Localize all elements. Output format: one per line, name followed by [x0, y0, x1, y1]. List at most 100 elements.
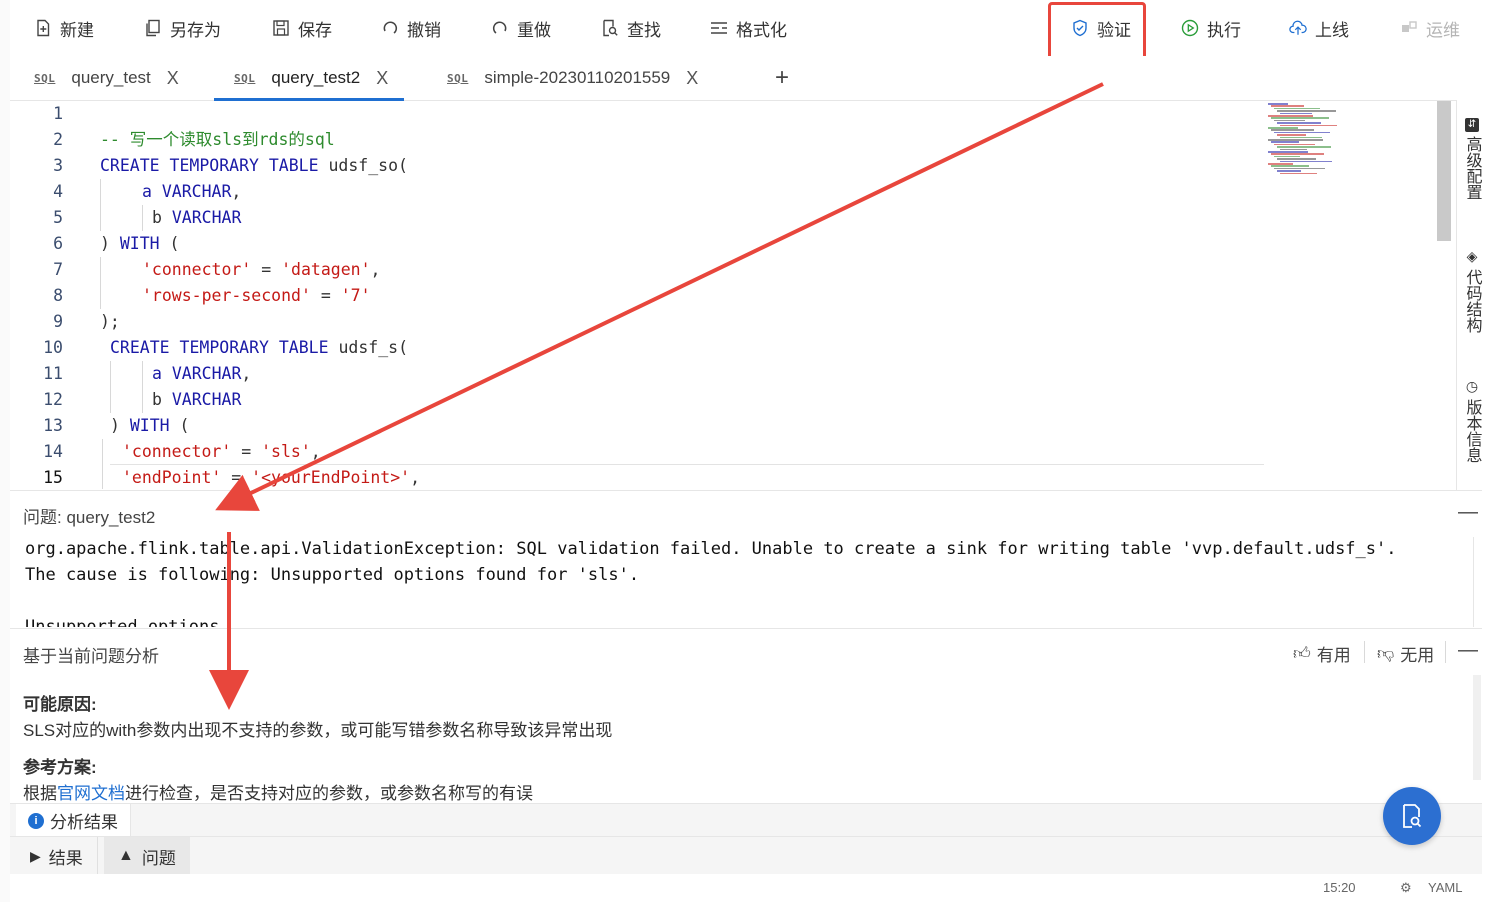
- minimap-line: [1274, 143, 1315, 146]
- line-number: 12: [43, 390, 63, 409]
- version-info-button[interactable]: ◷ 版本信息: [1459, 378, 1485, 463]
- problem-title: 问题: query_test2: [23, 508, 156, 527]
- close-icon[interactable]: X: [376, 68, 388, 89]
- advanced-config-button[interactable]: ⇵ 高级配置: [1459, 118, 1485, 200]
- history-icon: ◷: [1465, 378, 1479, 394]
- settings-icon[interactable]: ⚙: [1400, 880, 1412, 896]
- indent-guide: [100, 257, 101, 309]
- settings-icon: ⇵: [1465, 118, 1479, 132]
- code-structure-button[interactable]: ◈ 代码结构: [1459, 248, 1485, 333]
- collapse-problem-button[interactable]: —: [1458, 501, 1478, 524]
- minimap-line: [1274, 167, 1325, 170]
- line-number: 6: [53, 234, 63, 253]
- save-icon: [273, 20, 289, 36]
- problems-label: 问题: [141, 848, 176, 868]
- line-number: 8: [53, 286, 63, 305]
- analysis-content: 可能原因: SLS对应的with参数内出现不支持的参数，或可能写错参数名称导致该…: [10, 675, 1482, 803]
- save-button[interactable]: 保存: [272, 0, 332, 56]
- find-icon: [603, 19, 618, 37]
- doc-search-icon: [1403, 804, 1422, 828]
- add-tab-button[interactable]: +: [775, 64, 789, 92]
- cursor-position: 15:20: [1323, 880, 1356, 895]
- code-punct: ,: [310, 442, 321, 461]
- code-string: '7': [340, 286, 371, 305]
- minimap-line: [1271, 117, 1329, 119]
- language-mode[interactable]: YAML: [1428, 880, 1462, 895]
- tab-query-test2[interactable]: SQL query_test2 X: [213, 56, 405, 101]
- line-number: 10: [43, 338, 63, 357]
- tab-query-test[interactable]: SQL query_test X: [34, 56, 179, 100]
- minimap-line: [1271, 165, 1309, 167]
- minimap-line: [1271, 153, 1324, 155]
- find-button[interactable]: 查找: [601, 0, 661, 56]
- minimap-line: [1268, 115, 1313, 117]
- code-string: 'datagen': [281, 260, 371, 279]
- minimap-line: [1274, 131, 1330, 134]
- undo-button[interactable]: 撤销: [381, 0, 441, 56]
- problem-scrollbar[interactable]: [1473, 537, 1482, 627]
- code-keyword: CREATE TEMPORARY TABLE: [110, 338, 329, 357]
- code-punct: ): [110, 416, 120, 435]
- analysis-scrollbar[interactable]: [1473, 675, 1481, 780]
- useless-button[interactable]: 👎︎ 无用: [1377, 641, 1434, 666]
- redo-button[interactable]: 重做: [491, 0, 551, 56]
- collapse-analysis-button[interactable]: —: [1458, 639, 1478, 662]
- code-identifier: a: [142, 182, 152, 201]
- line-number: 15: [43, 468, 63, 487]
- useful-label: 有用: [1316, 646, 1351, 665]
- code-identifier: b: [152, 390, 162, 409]
- save-label: 保存: [298, 20, 332, 40]
- close-icon[interactable]: X: [167, 68, 179, 89]
- code-structure-label: 代码结构: [1463, 269, 1481, 333]
- cause-text: SLS对应的with参数内出现不支持的参数，或可能写错参数名称导致该异常出现: [23, 721, 613, 740]
- deploy-button[interactable]: 上线: [1289, 0, 1349, 56]
- indent-guide: [142, 205, 143, 231]
- minimap-line: [1277, 110, 1336, 112]
- tab-problems[interactable]: ▲ 问题: [104, 837, 190, 875]
- solution-prefix: 根据: [23, 784, 57, 803]
- code-keyword: VARCHAR: [161, 182, 232, 201]
- save-as-button[interactable]: 另存为: [144, 0, 221, 56]
- bottom-tabs: ▶ 结果 ▲ 问题: [10, 836, 1482, 875]
- code-punct: =: [251, 260, 282, 279]
- analysis-title: 基于当前问题分析: [23, 647, 159, 666]
- code-punct: =: [231, 442, 262, 461]
- tab-simple[interactable]: SQL simple-20230110201559 X: [447, 56, 698, 100]
- cause-heading: 可能原因:: [23, 695, 97, 714]
- advanced-config-label: 高级配置: [1463, 136, 1481, 200]
- horizontal-scrollbar[interactable]: [110, 464, 1264, 465]
- run-label: 执行: [1207, 20, 1241, 40]
- code-comment: -- 写一个读取sls到rds的sql: [100, 130, 335, 149]
- play-icon: ▶: [30, 847, 41, 864]
- code-editor[interactable]: 1 2 -- 写一个读取sls到rds的sql 3 CREATE TEMPORARY…: [10, 101, 1454, 489]
- version-info-label: 版本信息: [1463, 399, 1481, 463]
- ops-button[interactable]: 运维: [1400, 0, 1460, 56]
- docs-link[interactable]: 官网文档: [57, 784, 125, 803]
- indent-guide: [110, 361, 111, 413]
- tab-analysis-result[interactable]: i 分析结果: [16, 804, 131, 837]
- line-number: 5: [53, 208, 63, 227]
- error-line: org.apache.flink.table.api.ValidationExc…: [25, 539, 1397, 559]
- line-number: 1: [53, 104, 63, 123]
- code-punct: =: [310, 286, 341, 305]
- indent-guide: [102, 439, 103, 489]
- run-button[interactable]: 执行: [1181, 0, 1241, 56]
- tab-label: query_test2: [271, 68, 361, 87]
- close-icon[interactable]: X: [686, 68, 698, 89]
- line-number: 3: [53, 156, 63, 175]
- vertical-scrollbar[interactable]: [1437, 101, 1451, 241]
- minimap-line: [1280, 148, 1307, 151]
- error-line: Unsupported options: [25, 617, 220, 627]
- new-button[interactable]: 新建: [34, 0, 94, 56]
- minimap[interactable]: [1268, 103, 1338, 183]
- analysis-result-label: 分析结果: [50, 813, 118, 832]
- ai-assistant-button[interactable]: [1383, 787, 1441, 845]
- format-button[interactable]: 格式化: [710, 0, 787, 56]
- play-circle-icon: [1181, 19, 1199, 37]
- useless-label: 无用: [1400, 646, 1435, 665]
- tab-results[interactable]: ▶ 结果: [16, 837, 98, 875]
- line-number: 4: [53, 182, 63, 201]
- minimap-line: [1277, 158, 1316, 160]
- useful-button[interactable]: 👍︎ 有用: [1293, 641, 1351, 666]
- save-as-label: 另存为: [170, 20, 221, 40]
